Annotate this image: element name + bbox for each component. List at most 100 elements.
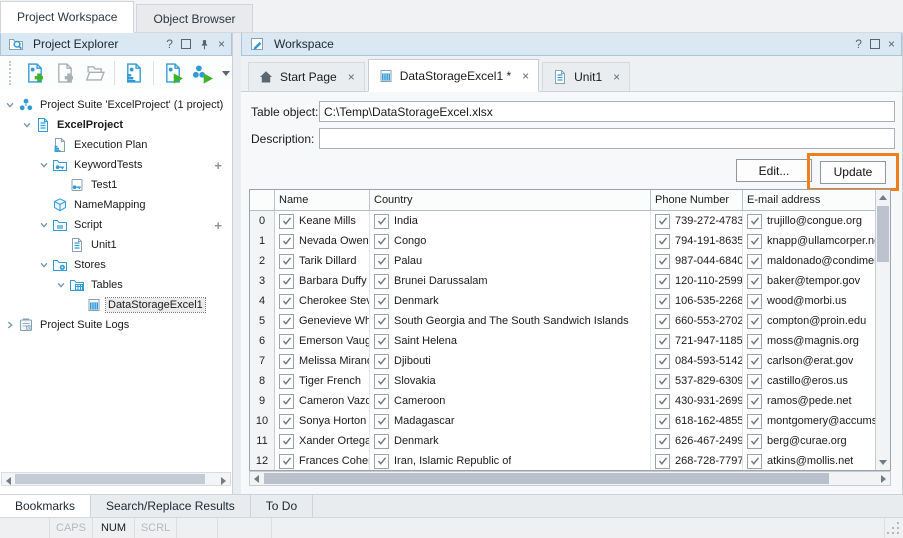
- cell-phone[interactable]: 430-931-2699: [651, 391, 743, 411]
- add-child-plus-icon[interactable]: +: [214, 218, 222, 233]
- run-project-suite-icon[interactable]: [189, 59, 217, 87]
- tree-item-script[interactable]: Script+: [1, 215, 231, 235]
- cell-country[interactable]: Congo: [370, 231, 651, 251]
- checkbox-checked-icon[interactable]: [747, 274, 762, 289]
- chevron-down-icon[interactable]: [54, 280, 68, 290]
- add-child-plus-icon[interactable]: +: [214, 158, 222, 173]
- cell-email[interactable]: compton@proin.edu: [743, 311, 875, 331]
- checkbox-checked-icon[interactable]: [747, 454, 762, 469]
- cell-phone[interactable]: 721-947-1185: [651, 331, 743, 351]
- chevron-down-icon[interactable]: [37, 220, 51, 230]
- cell-email[interactable]: atkins@mollis.net: [743, 451, 875, 470]
- cell-name[interactable]: Xander Ortega: [275, 431, 370, 451]
- run-project-icon[interactable]: [159, 59, 187, 87]
- panel-splitter[interactable]: [233, 32, 241, 494]
- doc-tab-datastorageexcel1[interactable]: DataStorageExcel1 *×: [368, 59, 539, 92]
- tree-item-execution-plan[interactable]: Execution Plan: [1, 135, 231, 155]
- close-icon[interactable]: ×: [348, 70, 355, 84]
- scrollbar-thumb[interactable]: [15, 474, 205, 484]
- column-header-phone-number[interactable]: Phone Number: [651, 190, 743, 210]
- tree-item-project-suite-logs[interactable]: Project Suite Logs: [1, 315, 231, 335]
- cell-name[interactable]: Sonya Horton: [275, 411, 370, 431]
- cell-name[interactable]: Tarik Dillard: [275, 251, 370, 271]
- cell-phone[interactable]: 794-191-8635: [651, 231, 743, 251]
- cell-phone[interactable]: 106-535-2268: [651, 291, 743, 311]
- tree-item-tables[interactable]: Tables: [1, 275, 231, 295]
- checkbox-checked-icon[interactable]: [279, 254, 294, 269]
- checkbox-checked-icon[interactable]: [655, 334, 670, 349]
- checkbox-checked-icon[interactable]: [279, 434, 294, 449]
- cell-name[interactable]: Frances Cohen: [275, 451, 370, 470]
- explorer-horizontal-scrollbar[interactable]: [1, 472, 231, 486]
- cell-email[interactable]: castillo@eros.us: [743, 371, 875, 391]
- checkbox-checked-icon[interactable]: [747, 254, 762, 269]
- cell-email[interactable]: wood@morbi.us: [743, 291, 875, 311]
- cell-country[interactable]: Saint Helena: [370, 331, 651, 351]
- cell-country[interactable]: Cameroon: [370, 391, 651, 411]
- checkbox-checked-icon[interactable]: [279, 234, 294, 249]
- checkbox-checked-icon[interactable]: [655, 414, 670, 429]
- doc-tab-unit1[interactable]: Unit1×: [542, 62, 630, 91]
- cell-name[interactable]: Barbara Duffy: [275, 271, 370, 291]
- cell-country[interactable]: Iran, Islamic Republic of: [370, 451, 651, 470]
- table-object-input[interactable]: C:\Temp\DataStorageExcel.xlsx: [319, 101, 895, 122]
- cell-country[interactable]: Denmark: [370, 291, 651, 311]
- column-header-country[interactable]: Country: [370, 190, 651, 210]
- checkbox-checked-icon[interactable]: [655, 214, 670, 229]
- tree-item-datastorageexcel1[interactable]: DataStorageExcel1: [1, 295, 231, 315]
- cell-email[interactable]: baker@tempor.gov: [743, 271, 875, 291]
- checkbox-checked-icon[interactable]: [747, 314, 762, 329]
- tree-item-keywordtests[interactable]: KeywordTests+: [1, 155, 231, 175]
- maximize-icon[interactable]: [870, 39, 880, 49]
- tree-item-project-suite-excelproject-1-project[interactable]: Project Suite 'ExcelProject' (1 project): [1, 95, 231, 115]
- checkbox-checked-icon[interactable]: [374, 234, 389, 249]
- close-icon[interactable]: ×: [613, 70, 620, 84]
- cell-name[interactable]: Genevieve Whitaker: [275, 311, 370, 331]
- checkbox-checked-icon[interactable]: [747, 414, 762, 429]
- cell-email[interactable]: montgomery@accumsan: [743, 411, 875, 431]
- checkbox-checked-icon[interactable]: [279, 374, 294, 389]
- edit-button[interactable]: Edit...: [736, 159, 812, 182]
- tree-item-namemapping[interactable]: NameMapping: [1, 195, 231, 215]
- checkbox-checked-icon[interactable]: [279, 354, 294, 369]
- checkbox-checked-icon[interactable]: [279, 414, 294, 429]
- tree-item-stores[interactable]: Stores: [1, 255, 231, 275]
- checkbox-checked-icon[interactable]: [374, 454, 389, 469]
- table-vertical-scrollbar[interactable]: [875, 190, 890, 470]
- run-dropdown-icon[interactable]: [222, 71, 230, 76]
- checkbox-checked-icon[interactable]: [747, 354, 762, 369]
- cell-name[interactable]: Emerson Vaughn: [275, 331, 370, 351]
- scroll-left-icon[interactable]: [250, 472, 263, 485]
- checkbox-checked-icon[interactable]: [655, 274, 670, 289]
- scroll-right-icon[interactable]: [217, 474, 230, 487]
- checkbox-checked-icon[interactable]: [374, 374, 389, 389]
- checkbox-checked-icon[interactable]: [747, 214, 762, 229]
- open-item-icon[interactable]: [81, 59, 109, 87]
- cell-name[interactable]: Melissa Miranda: [275, 351, 370, 371]
- cell-phone[interactable]: 660-553-2702: [651, 311, 743, 331]
- scrollbar-thumb[interactable]: [264, 473, 829, 484]
- chevron-down-icon[interactable]: [20, 120, 34, 130]
- cell-email[interactable]: ramos@pede.net: [743, 391, 875, 411]
- checkbox-checked-icon[interactable]: [655, 234, 670, 249]
- checkbox-checked-icon[interactable]: [279, 294, 294, 309]
- cell-country[interactable]: Denmark: [370, 431, 651, 451]
- checkbox-checked-icon[interactable]: [747, 434, 762, 449]
- cell-country[interactable]: Brunei Darussalam: [370, 271, 651, 291]
- cell-phone[interactable]: 626-467-2499: [651, 431, 743, 451]
- cell-email[interactable]: berg@curae.org: [743, 431, 875, 451]
- cell-name[interactable]: Keane Mills: [275, 211, 370, 231]
- checkbox-checked-icon[interactable]: [279, 394, 294, 409]
- maximize-icon[interactable]: [181, 39, 191, 49]
- help-icon[interactable]: ?: [166, 38, 173, 50]
- checkbox-checked-icon[interactable]: [747, 334, 762, 349]
- checkbox-checked-icon[interactable]: [374, 334, 389, 349]
- checkbox-checked-icon[interactable]: [374, 214, 389, 229]
- chevron-right-icon[interactable]: [3, 320, 17, 330]
- cell-name[interactable]: Cameron Vazquez: [275, 391, 370, 411]
- top-tab-object-browser[interactable]: Object Browser: [136, 4, 252, 32]
- tree-item-test1[interactable]: Test1: [1, 175, 231, 195]
- description-input[interactable]: [319, 128, 895, 149]
- checkbox-checked-icon[interactable]: [374, 354, 389, 369]
- help-icon[interactable]: ?: [855, 38, 862, 50]
